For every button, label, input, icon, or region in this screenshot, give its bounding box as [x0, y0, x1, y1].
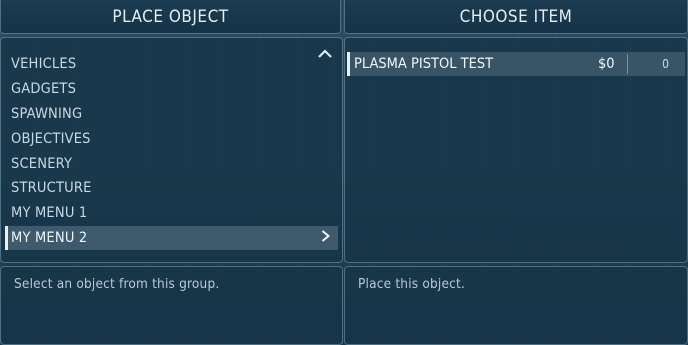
item-price: $0 [598, 56, 615, 72]
category-menu: VEHICLES GADGETS SPAWNING OBJECTIVES SCE… [5, 52, 338, 251]
category-list-panel: VEHICLES GADGETS SPAWNING OBJECTIVES SCE… [0, 37, 343, 263]
category-description: Select an object from this group. [14, 276, 220, 292]
choose-item-title: CHOOSE ITEM [459, 6, 573, 27]
item-row-plasma-pistol-test[interactable]: PLASMA PISTOL TEST $0 0 [347, 52, 685, 76]
item-description-panel: Place this object. [344, 266, 688, 345]
menu-item-label: VEHICLES [11, 56, 77, 73]
menu-item-label: SCENERY [11, 155, 73, 172]
item-list-panel: PLASMA PISTOL TEST $0 0 [344, 37, 688, 263]
menu-item-spawning[interactable]: SPAWNING [5, 102, 338, 127]
item-quantity: 0 [627, 54, 683, 74]
menu-item-structure[interactable]: STRUCTURE [5, 176, 338, 201]
menu-item-vehicles[interactable]: VEHICLES [5, 52, 338, 77]
item-name: PLASMA PISTOL TEST [354, 56, 494, 72]
menu-item-scenery[interactable]: SCENERY [5, 151, 338, 176]
item-description: Place this object. [358, 276, 466, 292]
category-description-panel: Select an object from this group. [0, 266, 343, 345]
menu-item-label: MY MENU 2 [11, 229, 88, 246]
menu-item-label: GADGETS [11, 81, 77, 98]
menu-item-label: STRUCTURE [11, 180, 92, 197]
menu-item-gadgets[interactable]: GADGETS [5, 77, 338, 102]
menu-item-label: OBJECTIVES [11, 130, 91, 147]
place-object-header: PLACE OBJECT [0, 0, 341, 34]
menu-item-my-menu-2[interactable]: MY MENU 2 [5, 225, 338, 251]
place-object-title: PLACE OBJECT [112, 6, 229, 27]
menu-item-objectives[interactable]: OBJECTIVES [5, 126, 338, 151]
choose-item-header: CHOOSE ITEM [344, 0, 688, 34]
menu-item-my-menu-1[interactable]: MY MENU 1 [5, 201, 338, 226]
menu-item-label: SPAWNING [11, 105, 83, 122]
chevron-right-icon [321, 230, 331, 246]
menu-item-label: MY MENU 1 [11, 205, 88, 222]
